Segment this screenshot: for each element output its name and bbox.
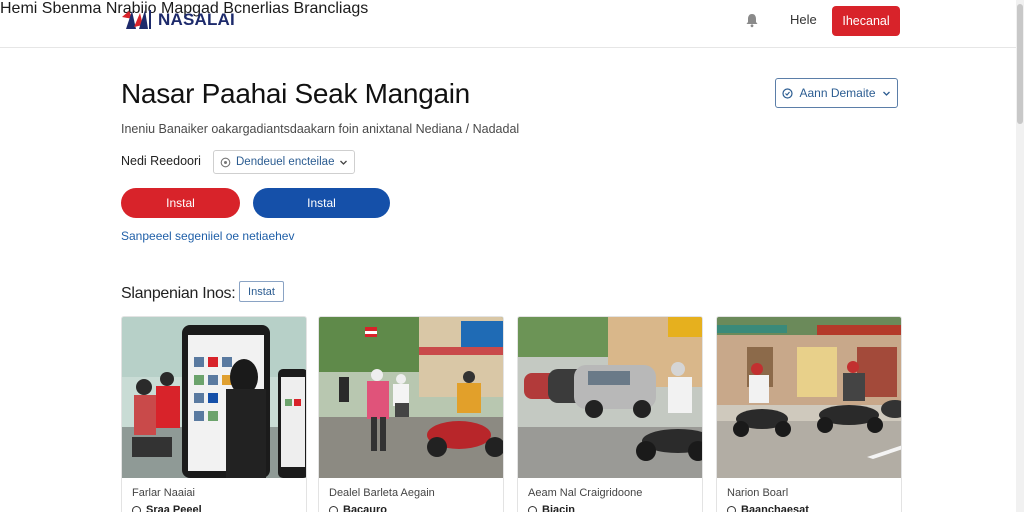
card-2[interactable]: Dealel Barleta Aegain Bacauro (318, 316, 504, 512)
brand-name: NASALAI (158, 10, 235, 29)
page-subtitle: Ineniu Banaiker oakargadiantsdaakarn foi… (121, 122, 520, 136)
page-scrollbar[interactable] (1016, 0, 1024, 512)
card-4-meta-text: Baanchaesat (741, 504, 809, 512)
nav-item-brancliags[interactable]: Brancliags (294, 0, 369, 17)
location-icon (329, 505, 338, 512)
bell-icon[interactable] (744, 12, 760, 28)
page-title: Nasar Paahai Seak Mangain (121, 78, 470, 109)
card-image-street-market (319, 317, 503, 478)
nav-item-sbenma[interactable]: Sbenma (42, 0, 102, 17)
section-title: Slanpenian Inos: (121, 285, 236, 302)
card-image-phone-app (122, 317, 306, 478)
card-1-caption: Farlar Naaiai (132, 487, 195, 499)
card-3-meta: Biacin (528, 504, 575, 512)
region-select[interactable]: Dendeuel encteilae (213, 150, 355, 174)
card-4-meta: Baanchaesat (727, 504, 809, 512)
chevron-down-icon (340, 160, 347, 165)
card-1-meta-text: Sraa Peeel (146, 504, 202, 512)
location-icon (132, 505, 141, 512)
card-2-meta: Bacauro (329, 504, 387, 512)
info-circle-icon (782, 87, 794, 99)
brand-logo[interactable]: NASALAI (120, 6, 235, 34)
card-4-caption: Narion Boarl (727, 487, 789, 499)
section-install-chip[interactable]: Instat (239, 281, 284, 302)
clock-icon (220, 157, 231, 167)
card-2-meta-text: Bacauro (343, 504, 388, 512)
select-label: Nedi Reedoori (121, 154, 201, 168)
card-1-meta: Sraa Peeel (132, 504, 202, 512)
location-icon (528, 505, 537, 512)
card-image-parking-street (518, 317, 702, 478)
card-4[interactable]: Narion Boarl Baanchaesat (716, 316, 902, 512)
card-3-meta-text: Biacin (542, 504, 576, 512)
card-3-caption: Aeam Nal Craigridoone (528, 487, 643, 499)
help-link[interactable]: Hele (790, 12, 817, 27)
location-icon (727, 505, 736, 512)
scrollbar-thumb[interactable] (1017, 4, 1023, 124)
card-1[interactable]: Farlar Naaiai Sraa Peeel (121, 316, 307, 512)
select-value: Dendeuel encteilae (236, 156, 334, 168)
card-image-motorbikes-street (717, 317, 901, 478)
demo-button[interactable]: Aann Demaite (775, 78, 898, 108)
flag-logo-icon (122, 10, 151, 29)
install-button-primary[interactable]: Instal (121, 188, 240, 218)
top-navigation-bar: NASALAI Hemi Sbenma Nrabiio Mapgad Bcner… (0, 0, 1024, 48)
install-button-secondary[interactable]: Instal (253, 188, 390, 218)
nav-item-hemi[interactable]: Hemi (0, 0, 37, 17)
card-2-caption: Dealel Barleta Aegain (329, 487, 435, 499)
chevron-down-icon (882, 91, 890, 96)
demo-button-label: Aann Demaite (799, 86, 876, 100)
header-cta-button[interactable]: Ihecanal (832, 6, 900, 36)
card-3[interactable]: Aeam Nal Craigridoone Biacin (517, 316, 703, 512)
learn-more-link[interactable]: Sanpeeel segeniiel oe netiaehev (121, 229, 294, 243)
